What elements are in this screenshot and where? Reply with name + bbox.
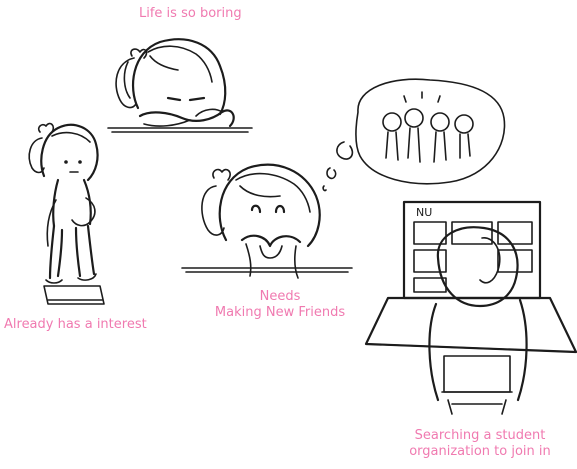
bored-girl-drawing (107, 38, 253, 133)
monitor-label: NU (416, 206, 432, 219)
standing-girl-drawing (28, 122, 105, 305)
illustration-canvas: Life is so boring Already has a interest… (0, 0, 577, 469)
thought-bubble-drawing (322, 78, 506, 192)
computer-girl-drawing (364, 200, 577, 415)
thinking-girl-drawing (181, 163, 353, 279)
sketch-drawings: NU (28, 38, 577, 415)
